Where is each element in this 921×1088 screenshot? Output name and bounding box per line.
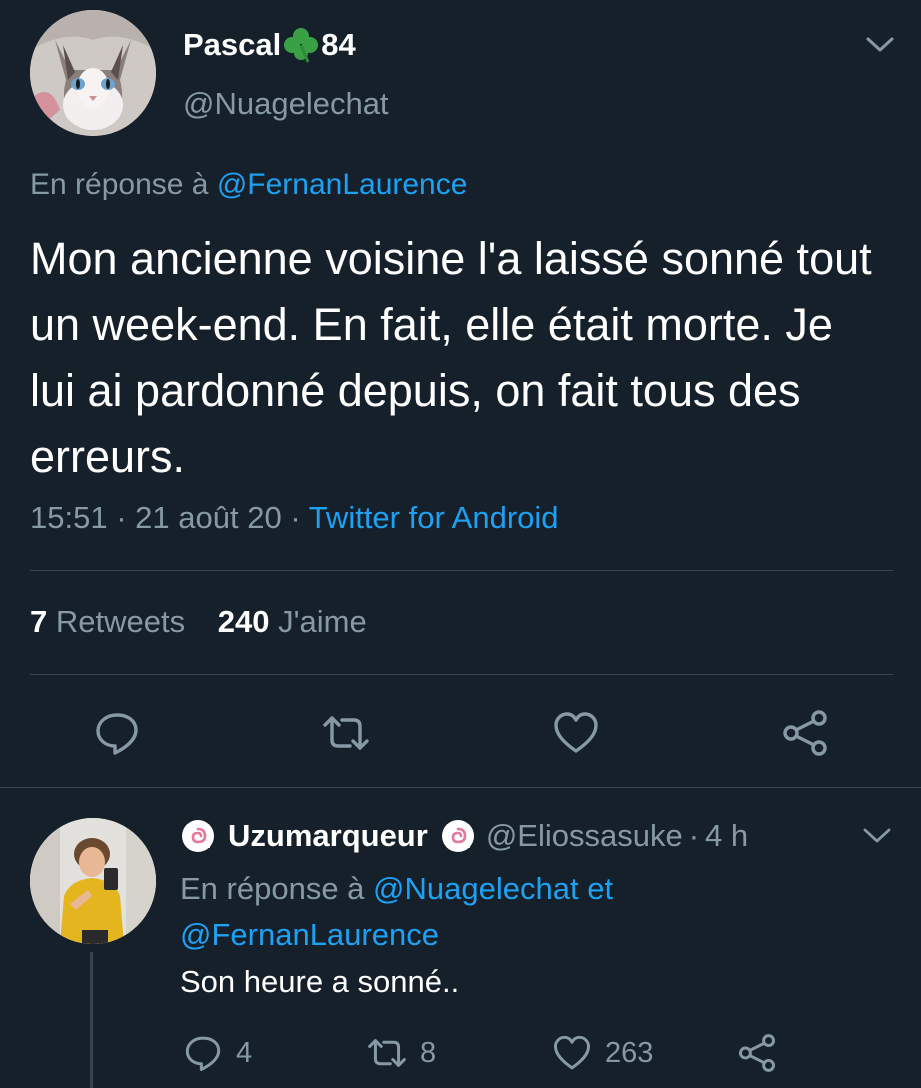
naruto-swirl-icon xyxy=(441,820,474,852)
naruto-swirl-icon xyxy=(182,820,214,852)
reply-tweet-text: Son heure a sonné.. xyxy=(180,964,460,999)
divider xyxy=(30,674,893,675)
reply-count: 4 xyxy=(236,1036,253,1069)
reply-icon[interactable] xyxy=(94,710,140,756)
reply-handle[interactable]: @Eliossasuke xyxy=(486,818,683,854)
replying-to-prefix: En réponse à xyxy=(30,168,209,201)
likes-label: J'aime xyxy=(278,604,367,639)
retweet-count: 8 xyxy=(420,1036,437,1069)
thread-line xyxy=(90,952,93,1088)
tweet-meta: 15:51 · 21 août 20 · Twitter for Android xyxy=(30,500,559,536)
display-name-part2: 84 xyxy=(321,27,356,62)
meta-separator: · xyxy=(116,500,127,535)
retweets-label: Retweets xyxy=(55,604,186,639)
meta-separator: · xyxy=(688,818,700,853)
tweet-time[interactable]: 15:51 xyxy=(30,500,108,535)
user-handle[interactable]: @Nuagelechat xyxy=(183,86,389,122)
user-avatar[interactable] xyxy=(30,10,156,136)
tweet-text: Mon ancienne voisine l'a laissé sonné to… xyxy=(30,233,872,482)
tweet-source[interactable]: Twitter for Android xyxy=(309,500,559,535)
likes-count: 240 xyxy=(217,604,270,639)
reply-icon xyxy=(185,1036,221,1072)
like-icon xyxy=(553,1035,591,1070)
likes-stat[interactable]: 240 J'aime xyxy=(218,604,367,639)
like-icon[interactable] xyxy=(553,710,599,756)
divider xyxy=(0,787,921,788)
reply-display-name[interactable]: Uzumarqueur xyxy=(228,818,428,854)
replying-to-line: En réponse à @FernanLaurence xyxy=(30,168,467,202)
shamrock-icon xyxy=(284,28,319,63)
replying-to-mention[interactable]: @FernanLaurence xyxy=(180,917,439,952)
tweet-date[interactable]: 21 août 20 xyxy=(135,500,282,535)
display-name-part1: Pascal xyxy=(183,27,282,62)
reply-reply-action[interactable]: 4 xyxy=(184,1034,252,1072)
reply-user-avatar[interactable] xyxy=(30,818,156,944)
display-name[interactable]: Pascal 84 xyxy=(183,26,356,64)
retweets-stat[interactable]: 7 Retweets xyxy=(30,604,194,639)
meta-separator: · xyxy=(290,500,301,535)
reply-like-action[interactable]: 263 xyxy=(553,1034,653,1072)
retweets-count: 7 xyxy=(30,604,48,639)
divider xyxy=(30,570,893,571)
tweet-stats: 7 Retweets 240 J'aime xyxy=(30,604,367,640)
reply-time[interactable]: 4 h xyxy=(705,818,748,854)
share-icon xyxy=(738,1034,776,1072)
chevron-down-icon[interactable] xyxy=(862,826,892,846)
like-count: 263 xyxy=(605,1036,654,1069)
replying-to-mention[interactable]: @FernanLaurence xyxy=(217,168,468,201)
retweet-icon xyxy=(368,1039,406,1067)
reply-header: Uzumarqueur @Eliossasuke · 4 h xyxy=(180,818,748,854)
replying-to-conj: et xyxy=(587,871,614,906)
reply-retweet-action[interactable]: 8 xyxy=(368,1034,436,1072)
reply-replying-to: En réponse à @Nuagelechat et @FernanLaur… xyxy=(180,866,880,958)
share-icon[interactable] xyxy=(782,710,828,756)
replying-to-prefix: En réponse à xyxy=(180,871,365,906)
replying-to-mention[interactable]: @Nuagelechat xyxy=(373,871,579,906)
retweet-icon[interactable] xyxy=(323,710,369,756)
chevron-down-icon[interactable] xyxy=(864,34,896,56)
reply-share-action[interactable] xyxy=(738,1034,790,1072)
